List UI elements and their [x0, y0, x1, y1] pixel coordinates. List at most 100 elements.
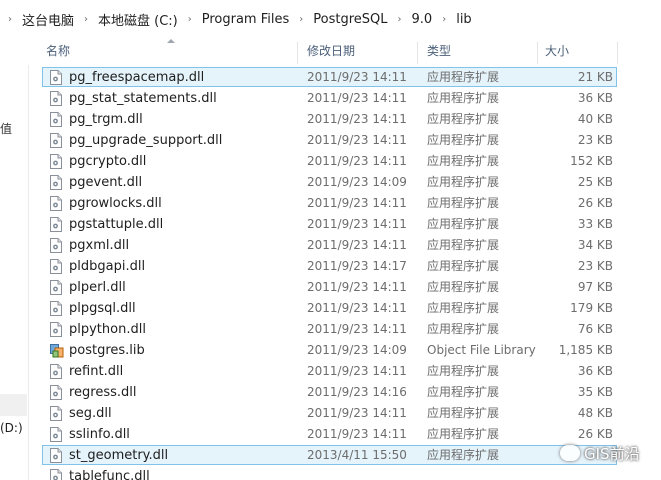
dll-file-icon — [50, 427, 62, 442]
file-name: postgres.lib — [69, 343, 145, 358]
breadcrumb: › 这台电脑 › 本地磁盘 (C:) › Program Files › PostgreSQL… — [0, 7, 661, 31]
file-type: 应用程序扩展 — [427, 217, 500, 231]
file-row[interactable]: pgrowlocks.dll 2011/9/23 14:11 应用程序扩展 26 KB — [42, 193, 617, 213]
file-modified-date: 2011/9/23 14:11 — [307, 406, 407, 420]
file-list[interactable]: pg_freespacemap.dll 2011/9/23 14:11 应用程序扩展… — [28, 65, 661, 480]
dll-file-icon — [50, 364, 62, 379]
wechat-logo-icon — [560, 445, 580, 461]
file-row[interactable]: tablefunc.dll — [42, 466, 617, 480]
nav-item-partial-label[interactable]: 值 — [0, 120, 12, 137]
file-modified-date: 2011/9/23 14:11 — [307, 238, 407, 252]
file-row[interactable]: regress.dll 2011/9/23 14:16 应用程序扩展 35 KB — [42, 382, 617, 402]
column-header-size[interactable]: 大小 — [545, 38, 569, 65]
dll-file-icon — [50, 280, 62, 295]
file-row[interactable]: refint.dll 2011/9/23 14:11 应用程序扩展 36 KB — [42, 361, 617, 381]
file-row[interactable]: sslinfo.dll 2011/9/23 14:11 应用程序扩展 26 KB — [42, 424, 617, 444]
file-row[interactable]: pgcrypto.dll 2011/9/23 14:11 应用程序扩展 152 KB — [42, 151, 617, 171]
breadcrumb-item[interactable]: PostgreSQL — [311, 10, 389, 29]
dll-file-icon — [50, 217, 62, 232]
dll-file-icon — [50, 259, 62, 274]
file-size: 1,185 KB — [558, 343, 613, 357]
file-row[interactable]: plpgsql.dll 2011/9/23 14:11 应用程序扩展 179 KB — [42, 298, 617, 318]
lib-file-icon — [50, 343, 64, 358]
file-name: plpgsql.dll — [69, 301, 136, 316]
file-row[interactable]: pg_freespacemap.dll 2011/9/23 14:11 应用程序扩展… — [42, 67, 617, 87]
dll-file-icon — [50, 112, 62, 127]
dll-file-icon — [50, 175, 62, 190]
file-name: seg.dll — [69, 406, 112, 421]
file-size: 76 KB — [577, 322, 613, 336]
file-modified-date: 2013/4/11 15:50 — [307, 448, 407, 462]
breadcrumb-item[interactable]: lib — [454, 10, 473, 29]
file-row[interactable]: postgres.lib 2011/9/23 14:09 Object File L… — [42, 340, 617, 360]
file-name: sslinfo.dll — [69, 427, 130, 442]
column-header-type[interactable]: 类型 — [427, 38, 451, 65]
file-modified-date: 2011/9/23 14:09 — [307, 175, 407, 189]
file-size: 25 KB — [577, 175, 613, 189]
file-row[interactable]: pgevent.dll 2011/9/23 14:09 应用程序扩展 25 KB — [42, 172, 617, 192]
file-row[interactable]: pg_upgrade_support.dll 2011/9/23 14:11 应用程… — [42, 130, 617, 150]
column-divider[interactable] — [417, 42, 418, 64]
breadcrumb-item[interactable]: 本地磁盘 (C:) — [96, 8, 180, 31]
breadcrumb-separator-icon[interactable]: › — [8, 14, 12, 25]
file-size: 26 KB — [577, 196, 613, 210]
file-row[interactable]: st_geometry.dll 2013/4/11 15:50 应用程序扩展 — [42, 445, 617, 465]
file-modified-date: 2011/9/23 14:11 — [307, 112, 407, 126]
file-type: 应用程序扩展 — [427, 364, 500, 378]
file-type: 应用程序扩展 — [427, 406, 500, 420]
file-modified-date: 2011/9/23 14:11 — [307, 364, 407, 378]
file-modified-date: 2011/9/23 14:11 — [307, 427, 407, 441]
dll-file-icon — [50, 70, 62, 85]
address-bar[interactable]: › 这台电脑 › 本地磁盘 (C:) › Program Files › PostgreSQL… — [0, 0, 661, 39]
breadcrumb-separator-icon[interactable]: › — [299, 14, 303, 25]
file-size: 21 KB — [577, 70, 613, 84]
file-size: 35 KB — [577, 385, 613, 399]
file-size: 36 KB — [577, 364, 613, 378]
breadcrumb-separator-icon[interactable]: › — [398, 14, 402, 25]
file-row[interactable]: pg_trgm.dll 2011/9/23 14:11 应用程序扩展 40 KB — [42, 109, 617, 129]
file-name: pg_freespacemap.dll — [69, 70, 205, 85]
file-row[interactable]: pgxml.dll 2011/9/23 14:11 应用程序扩展 34 KB — [42, 235, 617, 255]
column-header-name[interactable]: 名称 — [46, 38, 70, 65]
breadcrumb-separator-icon[interactable]: › — [188, 14, 192, 25]
file-modified-date: 2011/9/23 14:11 — [307, 322, 407, 336]
file-size: 179 KB — [570, 301, 613, 315]
file-row[interactable]: pgstattuple.dll 2011/9/23 14:11 应用程序扩展 33 K… — [42, 214, 617, 234]
file-type: 应用程序扩展 — [427, 154, 500, 168]
breadcrumb-separator-icon[interactable]: › — [84, 14, 88, 25]
column-divider[interactable] — [297, 42, 298, 64]
file-row[interactable]: plpython.dll 2011/9/23 14:11 应用程序扩展 76 KB — [42, 319, 617, 339]
file-row[interactable]: pg_stat_statements.dll 2011/9/23 14:11 应用程… — [42, 88, 617, 108]
nav-item-highlight[interactable] — [0, 394, 27, 416]
file-type: 应用程序扩展 — [427, 427, 500, 441]
navigation-pane[interactable]: 值 (D:) — [0, 38, 29, 480]
file-size: 36 KB — [577, 91, 613, 105]
column-divider[interactable] — [617, 42, 618, 64]
file-size: 48 KB — [577, 406, 613, 420]
file-type: 应用程序扩展 — [427, 280, 500, 294]
file-modified-date: 2011/9/23 14:09 — [307, 343, 407, 357]
file-row[interactable]: pldbgapi.dll 2011/9/23 14:17 应用程序扩展 23 KB — [42, 256, 617, 276]
file-size: 97 KB — [577, 280, 613, 294]
dll-file-icon — [50, 238, 62, 253]
dll-file-icon — [50, 322, 62, 337]
file-name: pgevent.dll — [69, 175, 143, 190]
file-type: 应用程序扩展 — [427, 448, 500, 462]
nav-item-drive-d[interactable]: (D:) — [0, 421, 23, 435]
column-header-date[interactable]: 修改日期 — [307, 38, 355, 65]
file-row[interactable]: seg.dll 2011/9/23 14:11 应用程序扩展 48 KB — [42, 403, 617, 423]
file-name: pgcrypto.dll — [69, 154, 147, 169]
file-name: pgstattuple.dll — [69, 217, 164, 232]
breadcrumb-item[interactable]: 9.0 — [410, 10, 435, 29]
breadcrumb-item[interactable]: Program Files — [200, 10, 292, 29]
breadcrumb-item[interactable]: 这台电脑 — [20, 8, 76, 31]
breadcrumb-separator-icon[interactable]: › — [442, 14, 446, 25]
dll-file-icon — [50, 469, 62, 480]
file-type: 应用程序扩展 — [427, 385, 500, 399]
file-name: tablefunc.dll — [69, 469, 150, 480]
file-row[interactable]: plperl.dll 2011/9/23 14:11 应用程序扩展 97 KB — [42, 277, 617, 297]
file-type: 应用程序扩展 — [427, 259, 500, 273]
column-divider[interactable] — [537, 42, 538, 64]
file-size: 152 KB — [570, 154, 613, 168]
file-name: pg_trgm.dll — [69, 112, 143, 127]
